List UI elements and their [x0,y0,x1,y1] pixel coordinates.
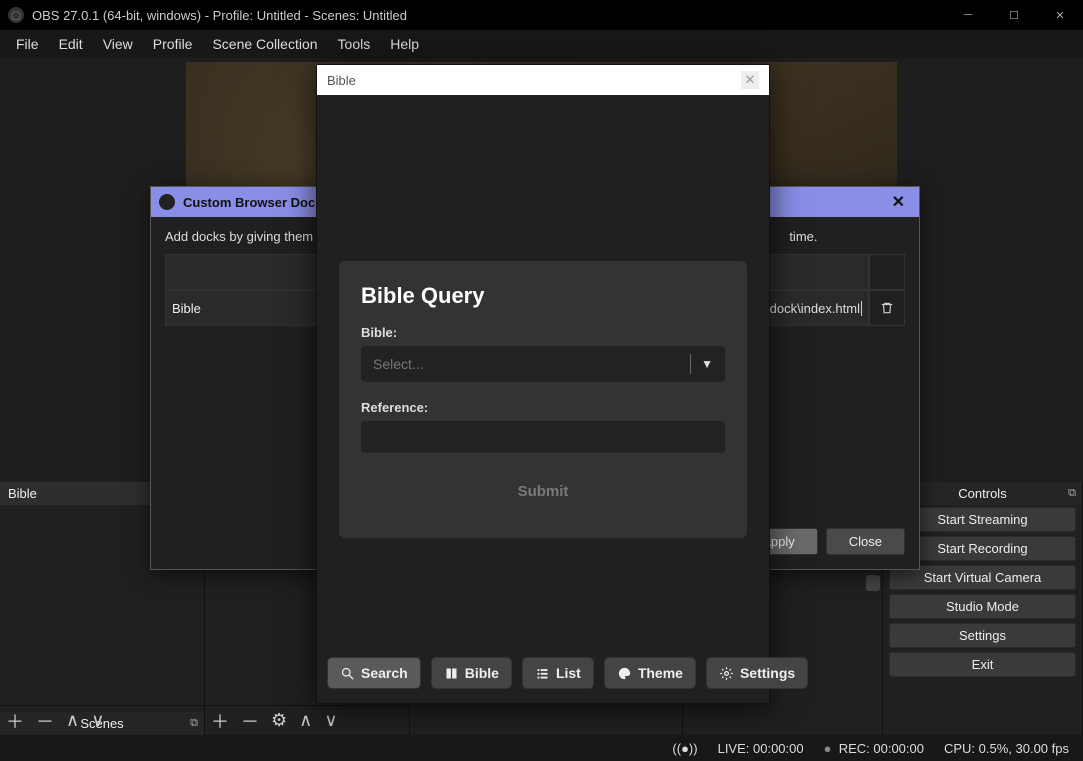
select-placeholder: Select... [373,356,680,372]
properties-icon[interactable]: ⚙ [271,710,287,731]
trash-icon [880,301,894,315]
settings-button[interactable]: Settings [889,623,1076,648]
scenes-toolbar: ＋ － ∧ ∨ [0,705,205,735]
maximize-button[interactable]: ☐ [991,0,1037,30]
menu-tools[interactable]: Tools [328,32,381,56]
window-title: OBS 27.0.1 (64-bit, windows) - Profile: … [32,8,407,23]
status-rec: REC: 00:00:00 [839,741,924,756]
remove-icon[interactable]: － [36,708,54,734]
reference-input[interactable] [361,421,725,453]
move-down-icon[interactable]: ∨ [324,710,337,731]
chevron-down-icon: ▼ [701,357,713,371]
popout-icon[interactable]: ⧉ [1068,487,1076,500]
tab-search[interactable]: Search [327,657,421,689]
dock-title: Bible [327,73,356,88]
menu-scene-collection[interactable]: Scene Collection [202,32,327,56]
palette-icon [617,666,632,681]
status-live: LIVE: 00:00:00 [718,741,804,756]
minimize-button[interactable]: ─ [945,0,991,30]
menu-view[interactable]: View [93,32,143,56]
obs-logo-icon: ◯ [8,7,24,23]
obs-logo-icon [159,194,175,210]
bible-dock-window: Bible ✕ Bible Query Bible: Select... ▼ R… [316,64,770,704]
search-icon [340,666,355,681]
scrollbar-thumb[interactable] [866,575,880,591]
dock-titlebar[interactable]: Bible ✕ [317,65,769,95]
add-icon[interactable]: ＋ [211,708,229,734]
exit-button[interactable]: Exit [889,652,1076,677]
tab-list[interactable]: List [522,657,594,689]
close-button[interactable]: ✕ [1037,0,1083,30]
tab-bible[interactable]: Bible [431,657,512,689]
list-icon [535,666,550,681]
move-down-icon[interactable]: ∨ [91,710,104,731]
window-titlebar: ◯ OBS 27.0.1 (64-bit, windows) - Profile… [0,0,1083,30]
submit-button[interactable]: Submit [361,473,725,510]
studio-mode-button[interactable]: Studio Mode [889,594,1076,619]
status-cpu: CPU: 0.5%, 30.00 fps [944,741,1069,756]
rec-icon: ● [824,741,832,756]
tab-settings[interactable]: Settings [706,657,808,689]
book-icon [444,666,459,681]
remove-icon[interactable]: － [241,708,259,734]
sources-toolbar: ＋ － ⚙ ∧ ∨ [205,705,410,735]
dock-tabbar: Search Bible List Theme Settings [317,657,769,703]
broadcast-icon: ((●)) [672,741,697,756]
menu-bar: File Edit View Profile Scene Collection … [0,30,1083,58]
add-icon[interactable]: ＋ [6,708,24,734]
close-icon[interactable]: ✕ [886,192,911,212]
menu-profile[interactable]: Profile [143,32,203,56]
menu-edit[interactable]: Edit [49,32,93,56]
close-icon[interactable]: ✕ [741,71,759,89]
menu-file[interactable]: File [6,32,49,56]
menu-help[interactable]: Help [380,32,429,56]
dock-delete-header-cell [869,254,905,290]
bible-select-label: Bible: [361,325,725,340]
dialog-title: Custom Browser Docks [183,195,330,210]
bible-query-card: Bible Query Bible: Select... ▼ Reference… [339,261,747,538]
tab-theme[interactable]: Theme [604,657,696,689]
move-up-icon[interactable]: ∧ [299,710,312,731]
status-bar: ((●)) LIVE: 00:00:00 ● REC: 00:00:00 CPU… [0,735,1083,761]
move-up-icon[interactable]: ∧ [66,710,79,731]
card-title: Bible Query [361,283,725,309]
window-buttons: ─ ☐ ✕ [945,0,1083,30]
gear-icon [719,666,734,681]
reference-label: Reference: [361,400,725,415]
close-button[interactable]: Close [826,528,905,555]
dock-delete-button[interactable] [869,290,905,326]
bible-select[interactable]: Select... ▼ [361,346,725,382]
